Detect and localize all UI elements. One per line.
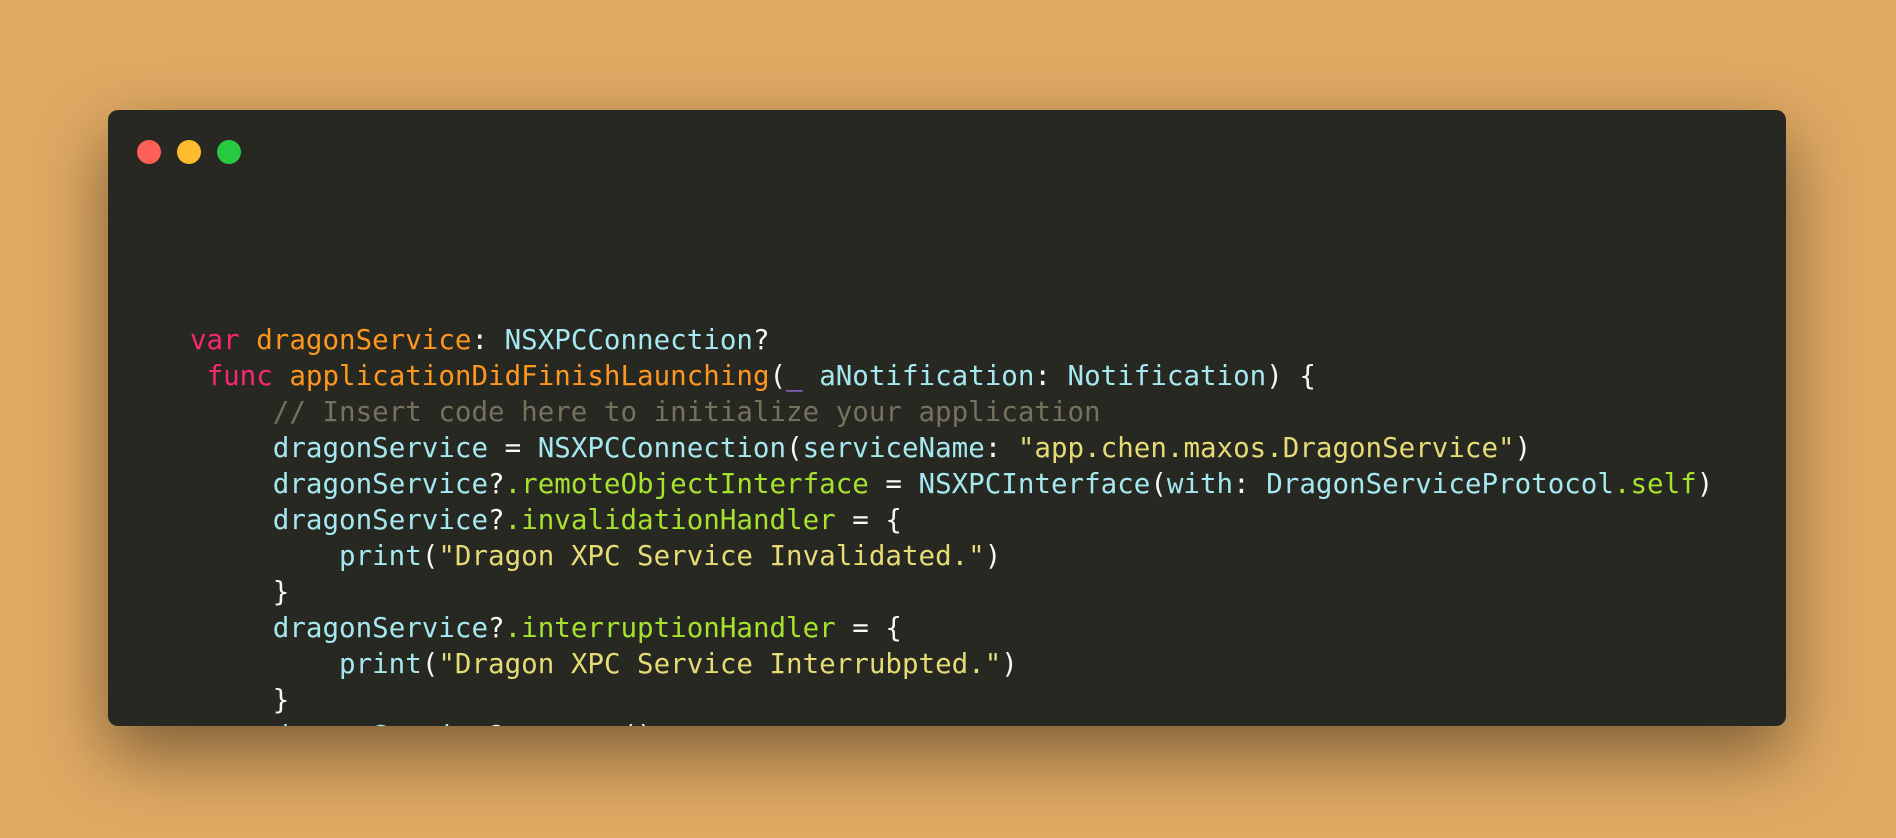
code-token-default: : — [1233, 468, 1267, 500]
code-token-identifier: aNotification — [819, 360, 1035, 392]
close-window-button[interactable] — [137, 140, 161, 164]
code-token-member: .invalidationHandler — [504, 504, 836, 536]
code-line: // Insert code here to initialize your a… — [190, 394, 1713, 430]
code-token-identifier: Notification — [1067, 360, 1267, 392]
code-token-declaration: dragonService — [256, 324, 472, 356]
code-token-default: ) — [1001, 648, 1018, 680]
code-token-string: "Dragon XPC Service Invalidated." — [438, 540, 985, 572]
code-token-identifier: NSXPCInterface — [918, 468, 1151, 500]
code-token-default: ) — [1696, 468, 1714, 500]
code-token-default: () — [621, 720, 654, 726]
code-token-identifier: dragonService — [272, 504, 489, 536]
code-token-punct_accent: _ — [786, 360, 803, 392]
code-token-member: .self — [1613, 468, 1697, 500]
code-line: dragonService = NSXPCConnection(serviceN… — [190, 430, 1713, 466]
window-titlebar — [108, 110, 1786, 190]
code-token-default: = { — [835, 504, 902, 536]
code-token-keyword: var — [190, 324, 240, 356]
code-token-identifier: DragonServiceProtocol — [1266, 468, 1614, 500]
code-token-default: } — [272, 684, 290, 716]
code-line: print("Dragon XPC Service Interrubpted."… — [190, 646, 1713, 682]
code-token-default: ( — [1150, 468, 1167, 500]
code-line: dragonService?.interruptionHandler = { — [190, 610, 1713, 646]
code-token-default: ) { — [1266, 360, 1316, 392]
code-token-default — [803, 360, 820, 392]
code-window: var dragonService: NSXPCConnection? func… — [108, 110, 1786, 726]
code-token-default: = — [868, 468, 919, 500]
code-token-string: "Dragon XPC Service Interrubpted." — [438, 648, 1002, 680]
code-line: } — [190, 682, 1713, 718]
code-token-default: } — [272, 576, 290, 608]
code-token-default: ( — [769, 360, 787, 392]
code-token-identifier: dragonService — [273, 720, 488, 726]
code-line: dragonService?.remoteObjectInterface = N… — [190, 466, 1713, 502]
code-line: dragonService?.resume() — [190, 718, 1713, 726]
code-token-default: ( — [421, 540, 439, 572]
code-token-identifier: dragonService — [272, 612, 489, 644]
code-token-default: ? — [488, 504, 505, 536]
code-token-default: ( — [421, 648, 439, 680]
code-token-default: = { — [835, 612, 902, 644]
code-token-identifier: NSXPCConnection — [537, 432, 787, 464]
code-token-default: ? — [752, 324, 770, 356]
code-token-keyword: func — [206, 360, 273, 392]
code-token-default: ( — [786, 432, 803, 464]
code-token-identifier: with — [1166, 468, 1234, 500]
code-token-comment: // Insert code here to initialize your a… — [272, 396, 1101, 428]
code-token-identifier: dragonService — [272, 468, 489, 500]
code-token-default: ) — [1514, 432, 1532, 464]
code-block: var dragonService: NSXPCConnection? func… — [190, 322, 1713, 726]
code-token-identifier: dragonService — [272, 432, 489, 464]
code-line: } — [190, 574, 1713, 610]
code-token-default — [240, 324, 257, 356]
code-token-default: ? — [488, 720, 505, 726]
code-token-default: = — [488, 432, 538, 464]
code-token-default — [273, 360, 290, 392]
code-token-string: "app.chen.maxos.DragonService" — [1017, 432, 1515, 464]
code-line: dragonService?.invalidationHandler = { — [190, 502, 1713, 538]
code-line: print("Dragon XPC Service Invalidated.") — [190, 538, 1713, 574]
code-line: func applicationDidFinishLaunching(_ aNo… — [190, 358, 1713, 394]
code-token-identifier: serviceName — [802, 432, 985, 464]
code-token-default: : — [471, 324, 505, 356]
code-token-default: ) — [984, 540, 1002, 572]
code-line: var dragonService: NSXPCConnection? — [190, 322, 1713, 358]
minimize-window-button[interactable] — [177, 140, 201, 164]
code-token-identifier: NSXPCConnection — [504, 324, 753, 356]
code-token-member: .resume — [505, 720, 621, 726]
zoom-window-button[interactable] — [217, 140, 241, 164]
code-token-default: ? — [488, 612, 505, 644]
code-token-default: ? — [488, 468, 505, 500]
code-token-member: .interruptionHandler — [504, 612, 836, 644]
code-token-member: .remoteObjectInterface — [504, 468, 869, 500]
code-token-identifier: print — [339, 648, 422, 680]
code-token-declaration: applicationDidFinishLaunching — [289, 360, 770, 392]
code-token-default: : — [1034, 360, 1068, 392]
code-token-identifier: print — [339, 540, 422, 572]
code-token-default: : — [984, 432, 1018, 464]
